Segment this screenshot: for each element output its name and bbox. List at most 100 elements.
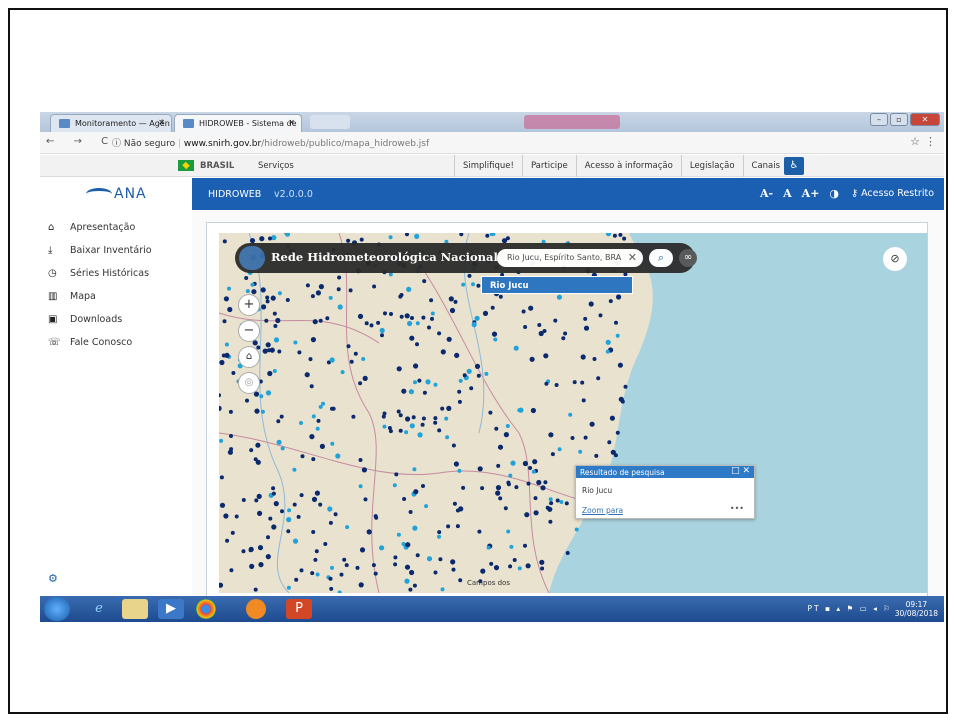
station-marker[interactable] (401, 388, 407, 394)
close-tab-icon[interactable]: ✕ (158, 118, 165, 127)
station-marker[interactable] (488, 410, 493, 415)
station-marker[interactable] (437, 428, 442, 433)
station-marker[interactable] (308, 357, 313, 362)
station-marker[interactable] (476, 373, 481, 378)
new-tab-button[interactable] (310, 115, 350, 129)
station-marker[interactable] (471, 282, 475, 287)
station-marker[interactable] (495, 485, 502, 491)
station-marker[interactable] (271, 235, 277, 241)
station-marker[interactable] (345, 525, 350, 530)
station-marker[interactable] (513, 345, 519, 351)
station-marker[interactable] (335, 453, 341, 459)
station-marker[interactable] (372, 284, 377, 289)
station-marker[interactable] (318, 502, 323, 507)
station-marker[interactable] (583, 316, 588, 321)
station-marker[interactable] (548, 519, 553, 524)
station-marker[interactable] (398, 413, 403, 418)
station-marker[interactable] (321, 401, 325, 406)
station-marker[interactable] (358, 458, 363, 462)
station-marker[interactable] (512, 558, 517, 562)
station-marker[interactable] (469, 386, 474, 391)
media-player-icon[interactable]: ▶ (158, 599, 184, 619)
station-marker[interactable] (401, 542, 406, 546)
station-marker[interactable] (583, 325, 590, 331)
station-marker[interactable] (276, 419, 281, 424)
station-marker[interactable] (260, 409, 265, 414)
station-marker[interactable] (440, 406, 445, 411)
station-marker[interactable] (276, 439, 282, 445)
station-marker[interactable] (583, 435, 588, 440)
station-marker[interactable] (219, 475, 224, 480)
station-marker[interactable] (297, 350, 302, 355)
station-marker[interactable] (314, 549, 319, 554)
search-icon[interactable]: ⌕ (649, 249, 673, 267)
station-marker[interactable] (310, 294, 315, 299)
station-marker[interactable] (409, 423, 415, 429)
station-marker[interactable] (362, 375, 368, 381)
station-marker[interactable] (241, 498, 246, 502)
station-marker[interactable] (477, 529, 482, 534)
station-marker[interactable] (316, 418, 321, 423)
station-marker[interactable] (272, 311, 277, 316)
station-marker[interactable] (245, 289, 250, 294)
station-marker[interactable] (572, 380, 577, 385)
sidebar-item-series-historicas[interactable]: ◷ Séries Históricas (48, 268, 149, 279)
start-button[interactable] (44, 597, 70, 621)
station-marker[interactable] (363, 497, 368, 502)
station-marker[interactable] (509, 544, 514, 549)
station-marker[interactable] (476, 283, 481, 288)
station-marker[interactable] (581, 398, 586, 403)
station-marker[interactable] (455, 524, 460, 529)
station-marker[interactable] (299, 421, 303, 425)
station-marker[interactable] (329, 357, 335, 363)
station-marker[interactable] (406, 286, 412, 292)
station-marker[interactable] (382, 411, 387, 416)
station-marker[interactable] (371, 563, 376, 568)
settings-icon[interactable]: ⚙ (48, 572, 58, 585)
maximize-icon[interactable]: ▫ (890, 113, 908, 126)
station-marker[interactable] (224, 342, 229, 347)
station-marker[interactable] (415, 342, 419, 347)
station-marker[interactable] (608, 299, 613, 304)
station-marker[interactable] (265, 554, 271, 560)
station-marker[interactable] (286, 517, 292, 523)
station-marker[interactable] (514, 485, 519, 490)
station-marker[interactable] (219, 393, 221, 398)
station-marker[interactable] (379, 327, 385, 334)
station-marker[interactable] (224, 352, 230, 358)
station-marker[interactable] (495, 490, 501, 496)
station-marker[interactable] (273, 501, 279, 507)
station-marker[interactable] (433, 420, 438, 425)
station-marker[interactable] (498, 294, 503, 299)
station-marker[interactable] (462, 373, 467, 378)
station-marker[interactable] (568, 412, 573, 417)
station-marker[interactable] (497, 444, 504, 450)
station-marker[interactable] (333, 512, 338, 517)
station-marker[interactable] (450, 559, 456, 565)
station-marker[interactable] (292, 538, 299, 544)
station-marker[interactable] (616, 294, 622, 300)
station-marker[interactable] (358, 484, 363, 489)
station-marker[interactable] (612, 233, 617, 238)
station-marker[interactable] (257, 510, 263, 516)
station-marker[interactable] (284, 233, 291, 237)
station-marker[interactable] (256, 345, 261, 350)
station-marker[interactable] (234, 514, 239, 519)
station-marker[interactable] (594, 453, 599, 458)
station-marker[interactable] (420, 422, 425, 427)
station-marker[interactable] (330, 441, 335, 446)
station-marker[interactable] (329, 586, 334, 591)
station-marker[interactable] (358, 381, 363, 386)
station-marker[interactable] (540, 485, 546, 491)
station-marker[interactable] (227, 449, 233, 455)
gov-link-acesso[interactable]: Acesso à informação (575, 155, 681, 177)
station-marker[interactable] (493, 565, 500, 571)
language-indicator[interactable]: PT (807, 604, 820, 613)
station-marker[interactable] (388, 235, 393, 240)
gov-link-legislacao[interactable]: Legislação (680, 155, 743, 177)
station-marker[interactable] (412, 467, 417, 472)
hide-layers-icon[interactable]: ⊘ (883, 247, 907, 271)
station-marker[interactable] (369, 323, 374, 328)
station-marker[interactable] (292, 467, 297, 472)
station-marker[interactable] (255, 442, 261, 448)
